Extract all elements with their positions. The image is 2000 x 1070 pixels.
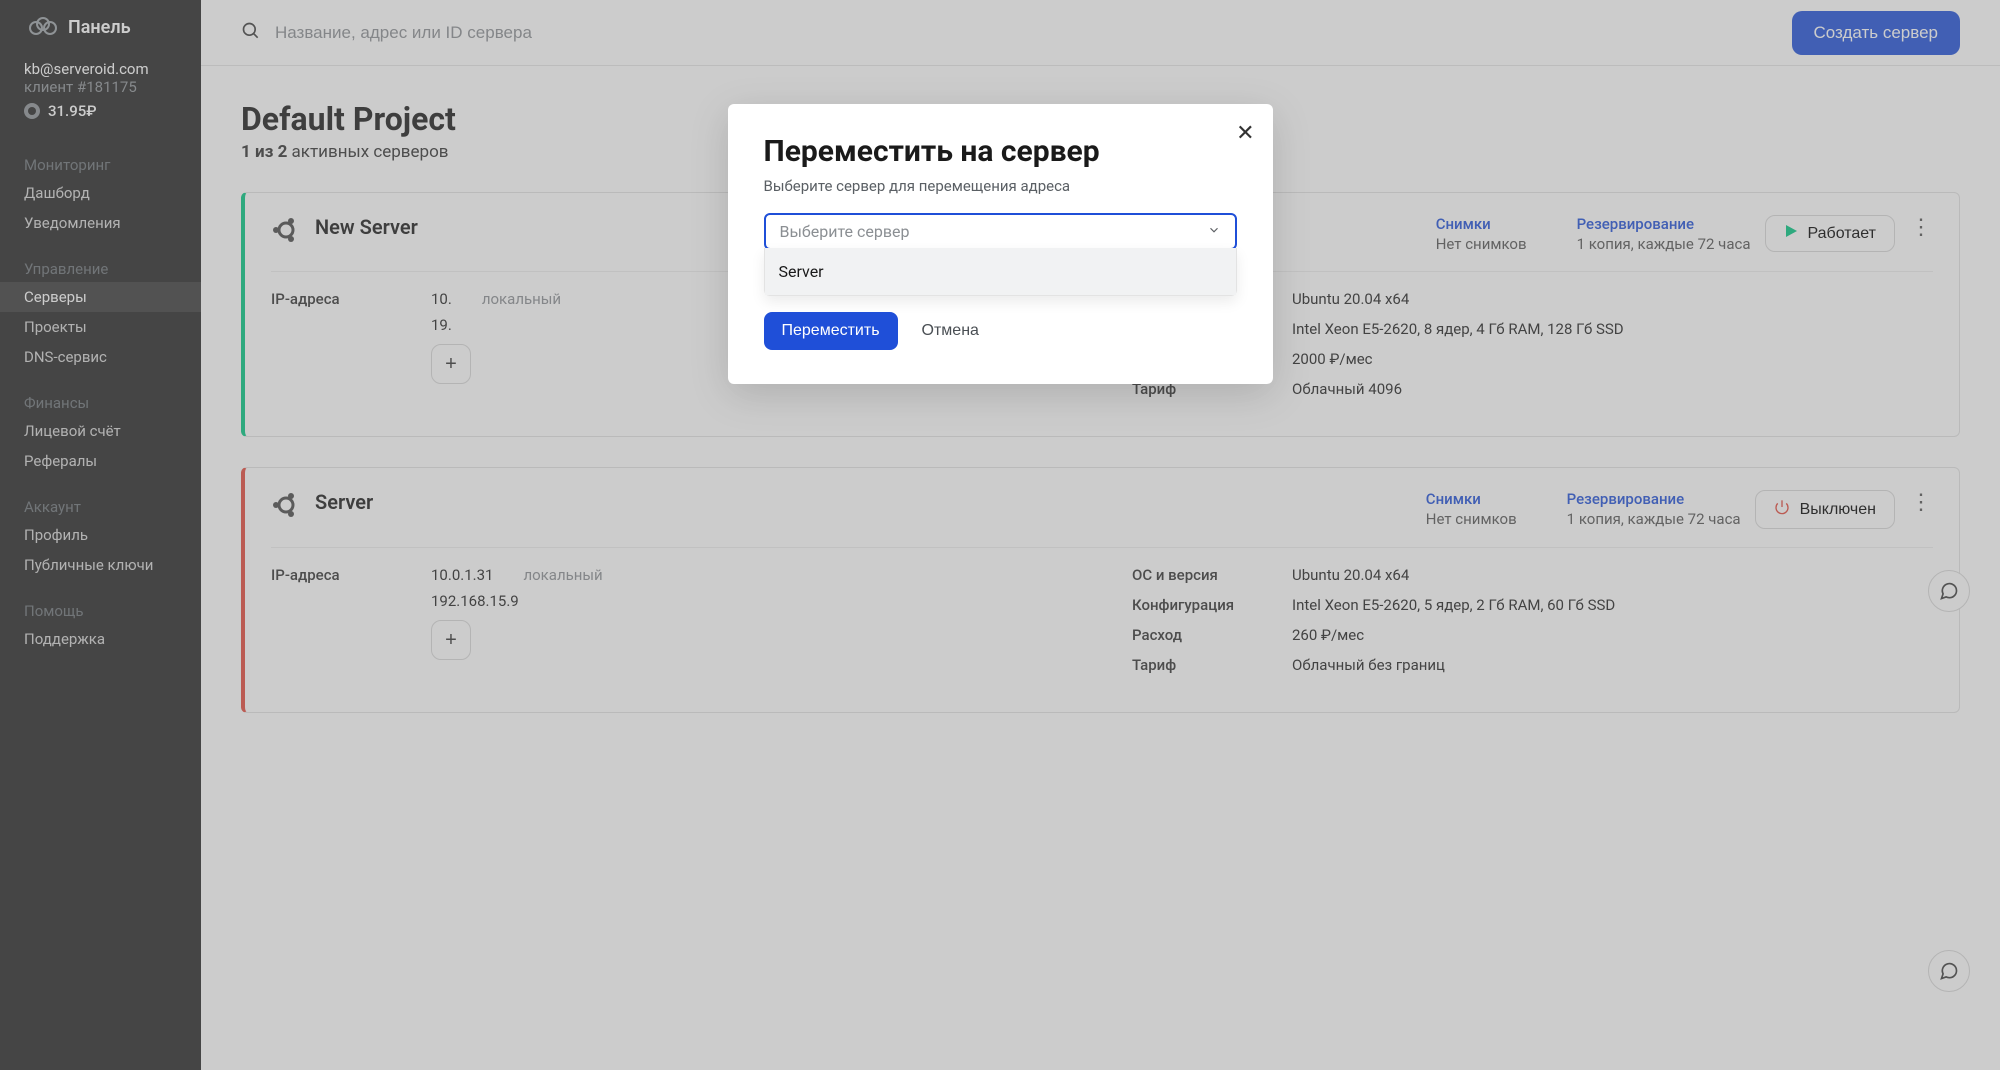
- server-select[interactable]: Выберите сервер: [764, 213, 1237, 250]
- modal-overlay[interactable]: ✕ Переместить на сервер Выберите сервер …: [0, 0, 2000, 1070]
- move-to-server-modal: ✕ Переместить на сервер Выберите сервер …: [728, 104, 1273, 384]
- modal-title: Переместить на сервер: [764, 134, 1237, 169]
- cancel-button[interactable]: Отмена: [922, 322, 979, 340]
- server-option[interactable]: Server: [765, 248, 1236, 295]
- server-select-options: Server: [764, 248, 1237, 296]
- modal-desc: Выберите сервер для перемещения адреса: [764, 177, 1237, 195]
- close-icon[interactable]: ✕: [1236, 120, 1254, 146]
- combo-placeholder: Выберите сервер: [780, 222, 910, 241]
- chevron-down-icon: [1207, 222, 1221, 241]
- submit-button[interactable]: Переместить: [764, 312, 898, 350]
